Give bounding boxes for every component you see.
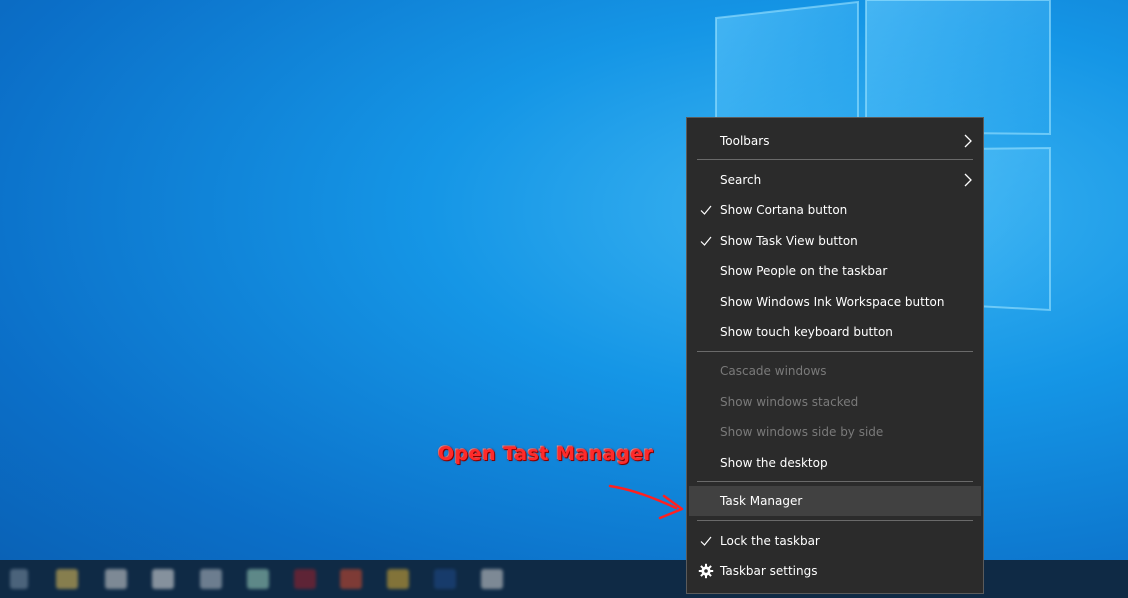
desktop[interactable]: Open Tast Manager Toolbars Search Show C… <box>0 0 1128 598</box>
menu-item-label: Taskbar settings <box>720 564 818 578</box>
annotation-label: Open Tast Manager <box>438 443 654 465</box>
chevron-right-icon <box>964 173 972 187</box>
taskbar-app-icon[interactable] <box>434 569 456 589</box>
menu-item-windows-side-by-side: Show windows side by side <box>689 417 981 447</box>
menu-item-show-desktop[interactable]: Show the desktop <box>689 448 981 478</box>
taskbar-app-icon[interactable] <box>152 569 174 589</box>
taskbar-context-menu: Toolbars Search Show Cortana button Show… <box>686 117 984 594</box>
menu-item-toolbars[interactable]: Toolbars <box>689 126 981 156</box>
taskbar-app-icon[interactable] <box>481 569 503 589</box>
menu-item-label: Cascade windows <box>720 364 827 378</box>
menu-item-show-ink-workspace[interactable]: Show Windows Ink Workspace button <box>689 287 981 317</box>
check-icon <box>700 205 712 215</box>
menu-item-show-touch-keyboard[interactable]: Show touch keyboard button <box>689 317 981 347</box>
menu-item-lock-taskbar[interactable]: Lock the taskbar <box>689 526 981 556</box>
menu-item-show-people[interactable]: Show People on the taskbar <box>689 256 981 286</box>
menu-item-label: Lock the taskbar <box>720 534 820 548</box>
chrome-icon[interactable] <box>387 569 409 589</box>
menu-separator <box>697 520 973 521</box>
chevron-right-icon <box>964 134 972 148</box>
menu-item-show-cortana-button[interactable]: Show Cortana button <box>689 195 981 225</box>
menu-item-label: Show Task View button <box>720 234 858 248</box>
menu-item-label: Task Manager <box>720 494 803 508</box>
menu-item-label: Show windows side by side <box>720 425 884 439</box>
menu-item-label: Toolbars <box>720 134 770 148</box>
menu-separator <box>697 159 973 160</box>
start-icon[interactable] <box>10 569 28 589</box>
check-icon <box>700 236 712 246</box>
menu-item-label: Show Windows Ink Workspace button <box>720 295 945 309</box>
taskbar-app-icon[interactable] <box>105 569 127 589</box>
taskbar-app-icon[interactable] <box>294 569 316 589</box>
gear-icon <box>698 563 714 579</box>
menu-item-cascade-windows: Cascade windows <box>689 356 981 386</box>
menu-item-label: Show the desktop <box>720 456 828 470</box>
menu-separator <box>697 481 973 482</box>
menu-item-taskbar-settings[interactable]: Taskbar settings <box>689 556 981 586</box>
menu-item-show-task-view-button[interactable]: Show Task View button <box>689 226 981 256</box>
taskbar-app-icon[interactable] <box>56 569 78 589</box>
menu-item-label: Show touch keyboard button <box>720 325 893 339</box>
menu-item-search[interactable]: Search <box>689 165 981 195</box>
menu-item-label: Show windows stacked <box>720 395 859 409</box>
menu-item-label: Search <box>720 173 762 187</box>
menu-separator <box>697 351 973 352</box>
taskbar-app-icon[interactable] <box>340 569 362 589</box>
menu-item-label: Show People on the taskbar <box>720 264 888 278</box>
menu-item-windows-stacked: Show windows stacked <box>689 387 981 417</box>
menu-item-label: Show Cortana button <box>720 203 848 217</box>
taskbar-app-icon[interactable] <box>200 569 222 589</box>
annotation-arrow <box>608 484 684 520</box>
taskbar-app-icon[interactable] <box>247 569 269 589</box>
menu-item-task-manager[interactable]: Task Manager <box>689 486 981 516</box>
check-icon <box>700 536 712 546</box>
